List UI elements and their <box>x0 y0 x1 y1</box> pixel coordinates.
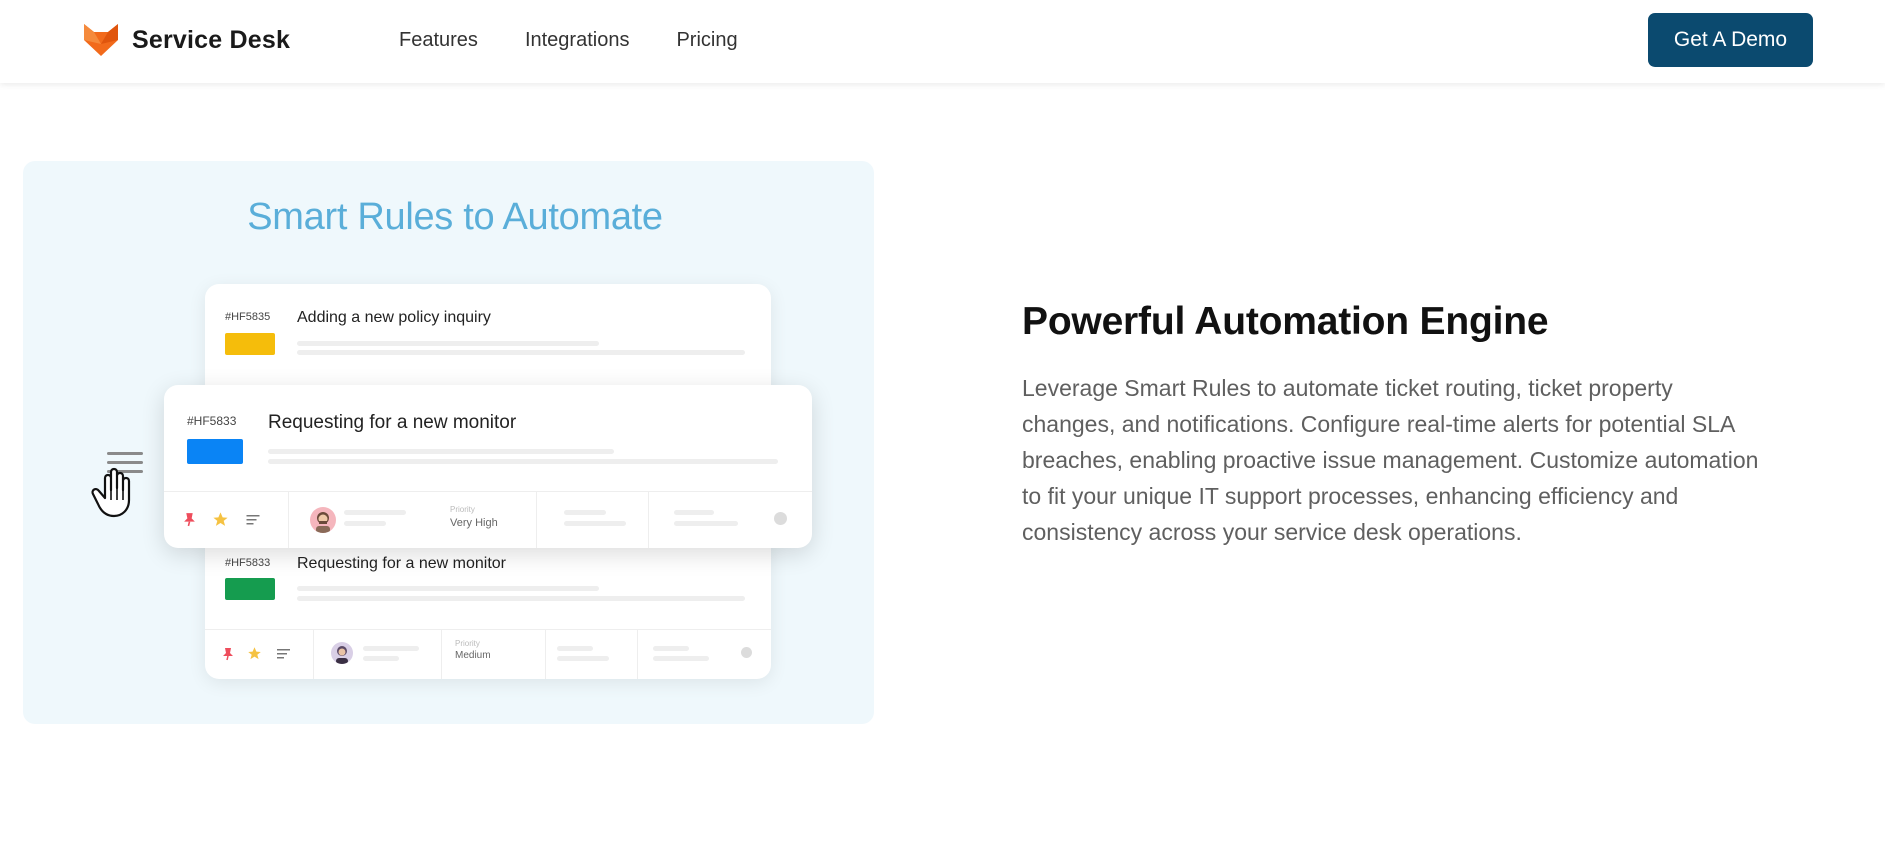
star-icon <box>248 647 261 660</box>
priority-label: Priority <box>455 639 480 648</box>
priority-value: Very High <box>450 517 498 529</box>
ticket-title: Requesting for a new monitor <box>268 412 517 433</box>
placeholder-line <box>653 656 709 661</box>
row-divider <box>164 491 812 492</box>
placeholder-line <box>344 510 406 515</box>
ticket-status-swatch <box>225 333 275 355</box>
priority-label: Priority <box>450 505 475 514</box>
col-divider <box>545 630 546 679</box>
ticket-title: Adding a new policy inquiry <box>297 309 491 326</box>
placeholder-line <box>297 350 745 355</box>
avatar <box>310 507 336 533</box>
list-icon <box>246 515 260 525</box>
placeholder-line <box>297 596 745 601</box>
placeholder-line <box>557 656 609 661</box>
drag-hand-icon <box>85 448 145 520</box>
row-divider <box>205 629 771 630</box>
placeholder-line <box>297 586 599 591</box>
status-dot <box>741 647 752 658</box>
ticket-id: #HF5835 <box>225 311 271 323</box>
placeholder-line <box>363 656 399 661</box>
col-divider <box>648 492 649 548</box>
main-nav: Features Integrations Pricing <box>399 29 738 52</box>
priority-value: Medium <box>455 650 491 661</box>
placeholder-line <box>363 646 419 651</box>
placeholder-line <box>344 521 386 526</box>
placeholder-line <box>564 510 606 515</box>
placeholder-line <box>653 646 689 651</box>
avatar <box>331 642 353 664</box>
col-divider <box>313 630 314 679</box>
placeholder-line <box>557 646 593 651</box>
placeholder-line <box>268 459 778 464</box>
nav-link-integrations[interactable]: Integrations <box>525 29 630 52</box>
star-icon <box>213 512 228 526</box>
automation-illustration-panel: Smart Rules to Automate #HF5835 Adding a… <box>23 161 874 724</box>
placeholder-line <box>674 521 738 526</box>
ticket-id: #HF5833 <box>225 557 271 569</box>
placeholder-line <box>297 341 599 346</box>
col-divider <box>536 492 537 548</box>
pin-icon <box>184 513 195 527</box>
illustration-title: Smart Rules to Automate <box>247 196 663 238</box>
pin-icon <box>223 648 233 661</box>
placeholder-line <box>674 510 714 515</box>
ticket-title: Requesting for a new monitor <box>297 555 506 572</box>
nav-link-pricing[interactable]: Pricing <box>676 29 737 52</box>
placeholder-line <box>268 449 614 454</box>
col-divider <box>637 630 638 679</box>
placeholder-line <box>564 521 626 526</box>
list-icon <box>277 649 290 659</box>
fox-logo-icon <box>84 24 118 56</box>
get-a-demo-button[interactable]: Get A Demo <box>1648 13 1813 67</box>
top-navbar: Service Desk Features Integrations Prici… <box>0 0 1885 83</box>
selected-ticket-card: #HF5833 Requesting for a new monitor Pri… <box>164 385 812 548</box>
feature-description: Leverage Smart Rules to automate ticket … <box>1022 375 1759 545</box>
col-divider <box>288 492 289 548</box>
ticket-id: #HF5833 <box>187 414 237 428</box>
col-divider <box>441 630 442 679</box>
ticket-status-swatch <box>187 439 243 464</box>
feature-heading: Powerful Automation Engine <box>1022 300 1549 343</box>
nav-link-features[interactable]: Features <box>399 29 478 52</box>
ticket-status-swatch <box>225 578 275 600</box>
status-dot <box>774 512 787 525</box>
brand-name: Service Desk <box>132 25 291 54</box>
brand-logo-link[interactable]: Service Desk <box>82 22 290 58</box>
